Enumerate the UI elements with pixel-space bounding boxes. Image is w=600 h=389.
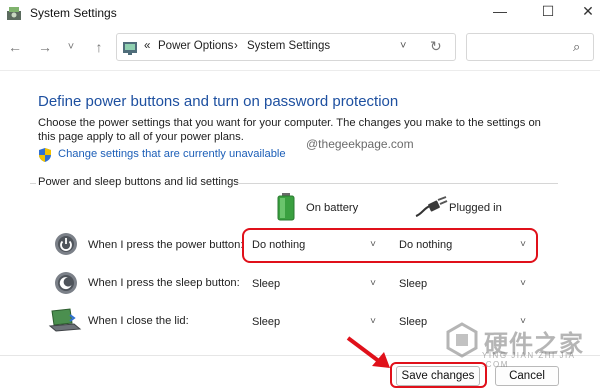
group-divider (236, 183, 558, 184)
forward-arrow-icon[interactable]: → (36, 38, 54, 56)
power-button-label: When I press the power button: (88, 239, 244, 251)
address-dropdown-chevron-icon[interactable]: ˅ (400, 40, 406, 52)
group-divider-left (30, 183, 36, 184)
chevron-down-icon: ˅ (520, 278, 526, 289)
maximize-button[interactable]: ☐ (528, 0, 568, 24)
breadcrumb-system-settings[interactable]: System Settings (247, 40, 330, 52)
power-button-highlight (242, 228, 538, 263)
breadcrumb-overflow[interactable]: « (144, 40, 150, 52)
back-arrow-icon[interactable]: ← (6, 38, 24, 56)
power-options-app-icon (7, 7, 21, 20)
sleep-button-battery-select[interactable]: Sleep ˅ (248, 274, 382, 294)
cancel-button[interactable]: Cancel (495, 366, 559, 386)
sleep-button-icon (55, 272, 77, 294)
brand-logo-icon (446, 322, 478, 358)
change-unavailable-settings-link[interactable]: Change settings that are currently unava… (58, 148, 286, 160)
sleep-button-label: When I press the sleep button: (88, 277, 240, 289)
breadcrumb-separator: › (234, 40, 238, 52)
battery-icon (277, 193, 295, 221)
uac-shield-icon (39, 148, 51, 162)
page-heading: Define power buttons and turn on passwor… (38, 93, 399, 110)
column-on-battery: On battery (306, 202, 359, 214)
minimize-button[interactable]: — (480, 0, 520, 24)
group-label: Power and sleep buttons and lid settings (38, 176, 239, 188)
close-lid-battery-select[interactable]: Sleep ˅ (248, 312, 382, 332)
sleep-button-plugged-value: Sleep (399, 278, 428, 290)
chevron-down-icon: ˅ (370, 316, 376, 327)
power-button-icon (55, 233, 77, 255)
close-button[interactable]: ✕ (568, 0, 600, 24)
search-icon[interactable]: ⌕ (573, 39, 580, 55)
laptop-lid-icon (48, 308, 82, 332)
page-description: Choose the power settings that you want … (38, 117, 541, 143)
refresh-icon[interactable]: ↻ (430, 38, 442, 55)
red-arrow-annotation-icon (346, 336, 390, 368)
sleep-button-plugged-select[interactable]: Sleep ˅ (395, 274, 532, 294)
power-plug-icon (415, 196, 448, 217)
save-button-highlight (390, 362, 487, 388)
close-lid-plugged-value: Sleep (399, 316, 428, 328)
chevron-down-icon: ˅ (370, 278, 376, 289)
watermark-text: @thegeekpage.com (306, 137, 414, 151)
close-lid-battery-value: Sleep (252, 316, 281, 328)
window-title: System Settings (30, 6, 117, 20)
control-panel-icon (123, 42, 137, 55)
breadcrumb-power-options[interactable]: Power Options (158, 40, 233, 52)
close-lid-label: When I close the lid: (88, 315, 189, 327)
brand-subtitle: YING JIAN ZHI JIA .COM (482, 351, 576, 369)
recent-locations-chevron-icon[interactable]: ˅ (62, 38, 80, 56)
toolbar-divider (0, 70, 600, 71)
up-arrow-icon[interactable]: ↑ (90, 38, 108, 56)
sleep-button-battery-value: Sleep (252, 278, 281, 290)
column-plugged-in: Plugged in (449, 202, 502, 214)
